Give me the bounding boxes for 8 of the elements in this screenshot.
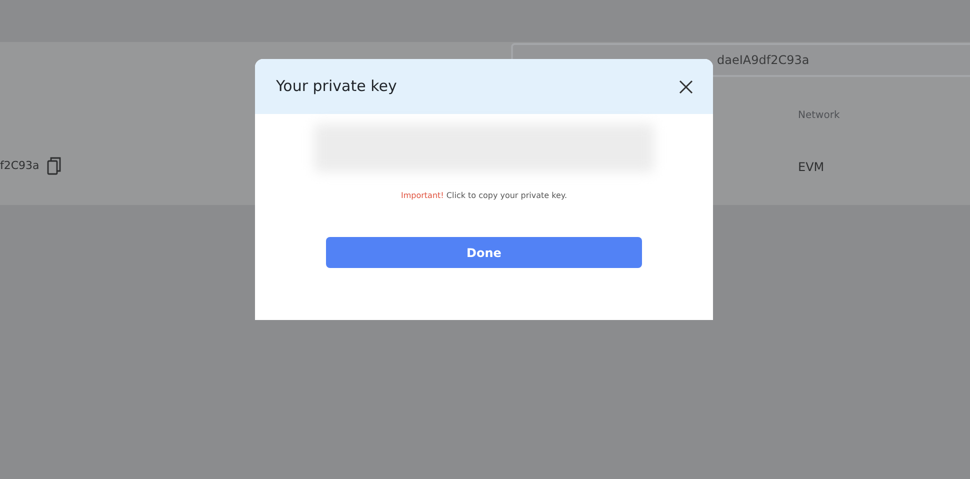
copy-icon[interactable] [47, 157, 62, 175]
network-cell-text: EVM [798, 159, 824, 176]
dialog-title: Your private key [276, 76, 397, 98]
address-text: f2C93a [0, 158, 40, 174]
done-button[interactable]: Done [326, 237, 642, 268]
column-header: Network [798, 109, 840, 123]
close-button[interactable] [677, 78, 695, 96]
copy-hint: Important! Click to copy your private key. [400, 190, 568, 202]
